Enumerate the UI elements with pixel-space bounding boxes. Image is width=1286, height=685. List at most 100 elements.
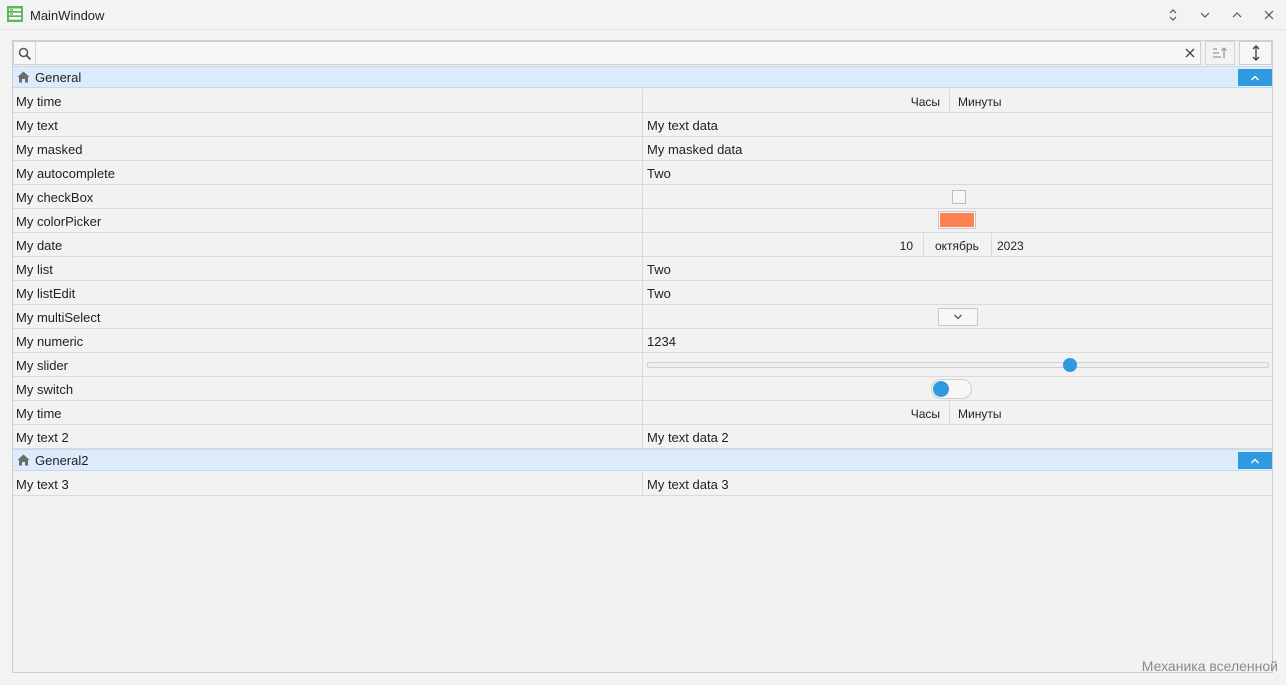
property-label: My text 2 bbox=[16, 430, 69, 445]
column-divider bbox=[642, 137, 643, 161]
property-label: My text 3 bbox=[16, 477, 69, 492]
column-divider bbox=[642, 185, 643, 209]
minimize-button[interactable] bbox=[1189, 0, 1221, 30]
property-row: My time Часы Минуты bbox=[13, 401, 1272, 425]
close-icon bbox=[1185, 48, 1195, 58]
property-row: My text My text data bbox=[13, 113, 1272, 137]
time-divider bbox=[949, 401, 950, 424]
title-bar: MainWindow bbox=[0, 0, 1286, 30]
property-label: My time bbox=[16, 94, 62, 109]
column-divider bbox=[642, 401, 643, 425]
column-divider bbox=[642, 89, 643, 113]
property-label: My numeric bbox=[16, 334, 84, 349]
multiselect-dropdown[interactable] bbox=[938, 308, 978, 326]
column-divider bbox=[642, 281, 643, 305]
date-divider bbox=[923, 233, 924, 256]
search-bar bbox=[13, 41, 1272, 65]
property-row: My switch bbox=[13, 377, 1272, 401]
color-picker-swatch[interactable] bbox=[938, 211, 976, 229]
minimize-icon bbox=[1200, 12, 1210, 18]
maximize-icon bbox=[1232, 12, 1242, 18]
clear-search-button[interactable] bbox=[1181, 44, 1199, 62]
close-button[interactable] bbox=[1253, 0, 1285, 30]
property-row: My slider bbox=[13, 353, 1272, 377]
column-divider bbox=[642, 305, 643, 329]
expand-vertical-icon bbox=[1252, 45, 1259, 61]
column-divider bbox=[642, 161, 643, 185]
property-row: My time Часы Минуты bbox=[13, 89, 1272, 113]
column-divider bbox=[642, 233, 643, 257]
column-divider bbox=[642, 113, 643, 137]
expand-all-button[interactable] bbox=[1239, 41, 1272, 65]
switch-knob bbox=[933, 381, 949, 397]
property-label: My colorPicker bbox=[16, 214, 102, 229]
property-value[interactable]: My text data bbox=[647, 118, 718, 133]
chevron-up-icon bbox=[1251, 75, 1259, 80]
property-value[interactable]: Two bbox=[647, 262, 671, 277]
date-year-field[interactable]: 2023 bbox=[997, 239, 1024, 253]
property-row: My list Two bbox=[13, 257, 1272, 281]
sort-ascending-icon bbox=[1213, 47, 1227, 58]
hours-field[interactable]: Часы bbox=[911, 407, 940, 421]
search-icon bbox=[18, 47, 32, 61]
group-header-general: General bbox=[13, 66, 1272, 88]
property-row: My listEdit Two bbox=[13, 281, 1272, 305]
property-label: My slider bbox=[16, 358, 69, 373]
date-divider bbox=[991, 233, 992, 256]
property-value[interactable]: My text data 3 bbox=[647, 477, 729, 492]
column-divider bbox=[642, 377, 643, 401]
minutes-field[interactable]: Минуты bbox=[958, 95, 1001, 109]
search-input[interactable] bbox=[38, 44, 1182, 64]
property-label: My time bbox=[16, 406, 62, 421]
minutes-field[interactable]: Минуты bbox=[958, 407, 1001, 421]
property-row: My colorPicker bbox=[13, 209, 1272, 233]
date-day-field[interactable]: 10 bbox=[900, 239, 913, 253]
collapse-group-button[interactable] bbox=[1238, 452, 1272, 469]
property-row: My autocomplete Two bbox=[13, 161, 1272, 185]
maximize-button[interactable] bbox=[1221, 0, 1253, 30]
slider-track[interactable] bbox=[647, 362, 1269, 368]
column-divider bbox=[642, 329, 643, 353]
property-value[interactable]: My masked data bbox=[647, 142, 742, 157]
property-row: My date 10 октябрь 2023 bbox=[13, 233, 1272, 257]
property-value[interactable]: Two bbox=[647, 286, 671, 301]
collapse-group-button[interactable] bbox=[1238, 69, 1272, 86]
home-icon bbox=[17, 71, 30, 83]
slider-thumb[interactable] bbox=[1063, 358, 1077, 372]
property-label: My listEdit bbox=[16, 286, 76, 301]
property-label: My text bbox=[16, 118, 58, 133]
group-title: General bbox=[35, 70, 82, 85]
toggle-switch[interactable] bbox=[931, 379, 972, 399]
chevron-up-icon bbox=[1251, 458, 1259, 463]
close-icon bbox=[1264, 10, 1274, 20]
app-icon bbox=[7, 6, 23, 22]
search-box bbox=[13, 41, 1201, 65]
property-label: My checkBox bbox=[16, 190, 94, 205]
hours-field[interactable]: Часы bbox=[911, 95, 940, 109]
property-row: My checkBox bbox=[13, 185, 1272, 209]
group-header-general2: General2 bbox=[13, 449, 1272, 471]
property-row: My text 2 My text data 2 bbox=[13, 425, 1272, 449]
property-label: My masked bbox=[16, 142, 83, 157]
column-divider bbox=[642, 353, 643, 377]
column-divider bbox=[642, 209, 643, 233]
column-divider bbox=[642, 257, 643, 281]
sort-button[interactable] bbox=[1205, 41, 1235, 65]
watermark: Механика вселенной bbox=[1141, 658, 1278, 674]
property-value[interactable]: Two bbox=[647, 166, 671, 181]
chevron-up-down-button[interactable] bbox=[1157, 0, 1189, 30]
property-grid: General My time Часы Минуты My text My text d… bbox=[12, 40, 1273, 673]
property-label: My date bbox=[16, 238, 63, 253]
property-value[interactable]: My text data 2 bbox=[647, 430, 729, 445]
property-value[interactable]: 1234 bbox=[647, 334, 676, 349]
window-title: MainWindow bbox=[30, 8, 105, 23]
time-divider bbox=[949, 89, 950, 112]
property-row: My text 3 My text data 3 bbox=[13, 472, 1272, 496]
chevron-down-icon bbox=[954, 314, 962, 320]
date-month-field[interactable]: октябрь bbox=[935, 239, 979, 253]
property-label: My multiSelect bbox=[16, 310, 101, 325]
property-row: My numeric 1234 bbox=[13, 329, 1272, 353]
property-label: My list bbox=[16, 262, 53, 277]
checkbox[interactable] bbox=[952, 190, 966, 204]
color-swatch-fill bbox=[940, 213, 974, 227]
